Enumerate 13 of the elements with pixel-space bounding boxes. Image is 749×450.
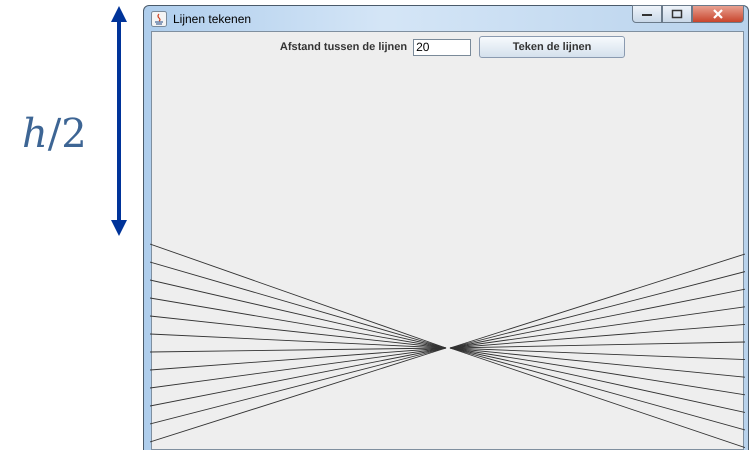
window-title: Lijnen tekenen (173, 12, 252, 26)
app-icon (151, 10, 167, 26)
maximize-button[interactable] (662, 5, 692, 23)
close-icon (712, 9, 724, 19)
draw-lines-button[interactable]: Teken de lijnen (479, 36, 626, 58)
height-annotation-label: h/2 (22, 111, 88, 157)
maximize-icon (671, 9, 683, 19)
double-arrow-icon (110, 6, 128, 236)
minimize-button[interactable] (632, 5, 662, 23)
distance-label: Afstand tussen de lijnen (280, 41, 408, 53)
close-button[interactable] (692, 5, 744, 23)
minimize-icon (641, 11, 653, 17)
distance-field[interactable]: 20 (413, 38, 472, 56)
